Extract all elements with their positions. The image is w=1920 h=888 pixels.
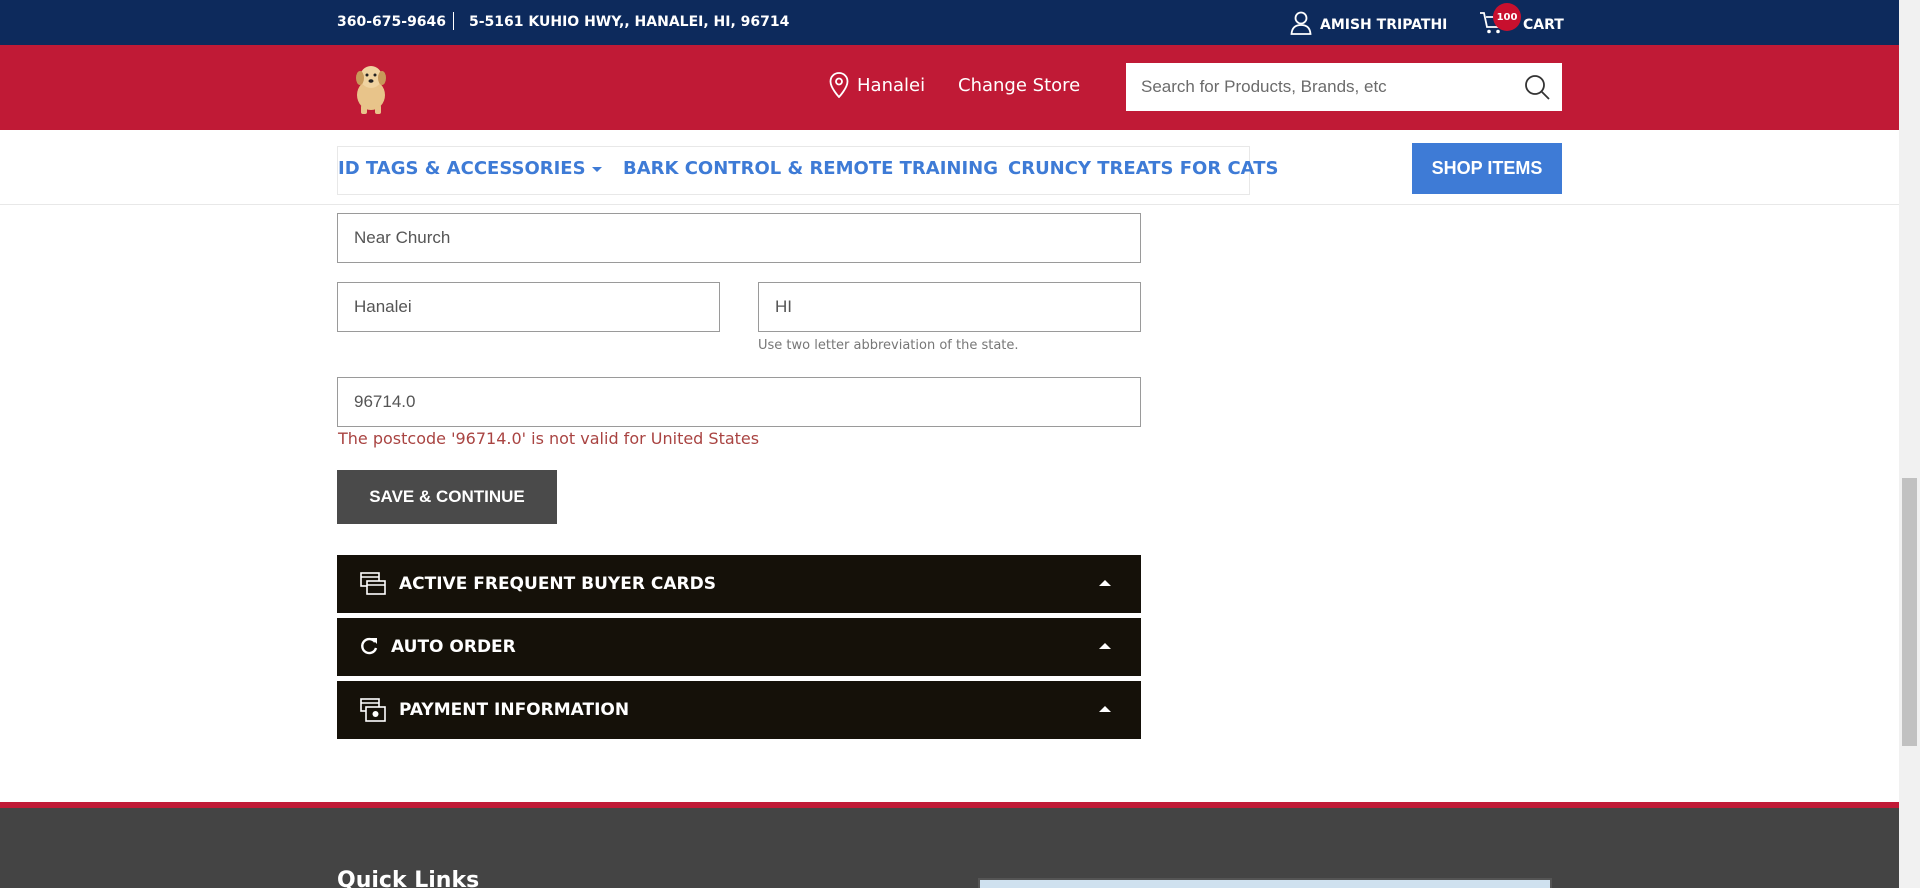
nav-item-id-tags[interactable]: ID TAGS & ACCESSORIES (338, 158, 602, 179)
caret-down-icon (591, 166, 602, 172)
nav-item-label: ID TAGS & ACCESSORIES (338, 158, 586, 179)
nav-item-bark-control[interactable]: BARK CONTROL & REMOTE TRAINING (623, 158, 998, 179)
search-box (1126, 63, 1562, 111)
user-name: AMISH TRIPATHI (1320, 16, 1448, 33)
change-store-link[interactable]: Change Store (958, 75, 1080, 96)
payment-icon (360, 698, 386, 722)
quick-links-heading: Quick Links (337, 868, 480, 888)
caret-up-icon (1099, 580, 1111, 586)
store-phone[interactable]: 360-675-9646 (337, 14, 446, 30)
search-input[interactable] (1126, 63, 1506, 111)
postcode-error: The postcode '96714.0' is not valid for … (338, 429, 760, 448)
cards-icon (360, 572, 386, 595)
site-footer: Quick Links (0, 808, 1899, 888)
panel-label: ACTIVE FREQUENT BUYER CARDS (399, 574, 716, 594)
shop-items-button[interactable]: SHOP ITEMS (1412, 143, 1562, 194)
current-store[interactable]: Hanalei (829, 72, 925, 98)
save-continue-button[interactable]: SAVE & CONTINUE (337, 470, 557, 524)
cart-count-badge: 100 (1493, 3, 1521, 31)
refresh-icon (361, 637, 378, 655)
store-map[interactable] (978, 878, 1552, 888)
main-nav: ID TAGS & ACCESSORIES BARK CONTROL & REM… (0, 130, 1899, 205)
caret-up-icon (1099, 706, 1111, 712)
cart-link[interactable]: 100 CART (1479, 3, 1564, 35)
panel-auto-order[interactable]: AUTO ORDER (337, 618, 1141, 676)
top-bar: 360-675-9646 5-5161 KUHIO HWY,, HANALEI,… (0, 0, 1899, 45)
panel-payment-information[interactable]: PAYMENT INFORMATION (337, 681, 1141, 739)
store-name: Hanalei (857, 74, 926, 96)
state-field[interactable] (758, 282, 1141, 332)
search-icon[interactable] (1524, 74, 1550, 100)
panel-frequent-buyer-cards[interactable]: ACTIVE FREQUENT BUYER CARDS (337, 555, 1141, 613)
city-field[interactable] (337, 282, 720, 332)
site-header: Hanalei Change Store (0, 45, 1899, 130)
store-address: 5-5161 KUHIO HWY,, HANALEI, HI, 96714 (469, 14, 790, 30)
dog-logo[interactable] (347, 61, 395, 115)
panel-label: AUTO ORDER (391, 637, 516, 657)
scrollbar-thumb[interactable] (1902, 478, 1917, 746)
divider (453, 12, 454, 30)
panel-label: PAYMENT INFORMATION (399, 700, 630, 720)
location-pin-icon (829, 72, 849, 98)
account-link[interactable]: AMISH TRIPATHI (1290, 11, 1447, 35)
caret-up-icon (1099, 643, 1111, 649)
address-line2-field[interactable] (337, 213, 1141, 263)
nav-item-cat-treats[interactable]: CRUNCY TREATS FOR CATS (1008, 158, 1278, 179)
page: 360-675-9646 5-5161 KUHIO HWY,, HANALEI,… (0, 0, 1899, 888)
page-scrollbar[interactable] (1899, 0, 1920, 888)
state-hint: Use two letter abbreviation of the state… (758, 338, 1019, 353)
user-icon (1290, 11, 1312, 35)
cart-label: CART (1523, 16, 1564, 33)
postcode-field[interactable] (337, 377, 1141, 427)
